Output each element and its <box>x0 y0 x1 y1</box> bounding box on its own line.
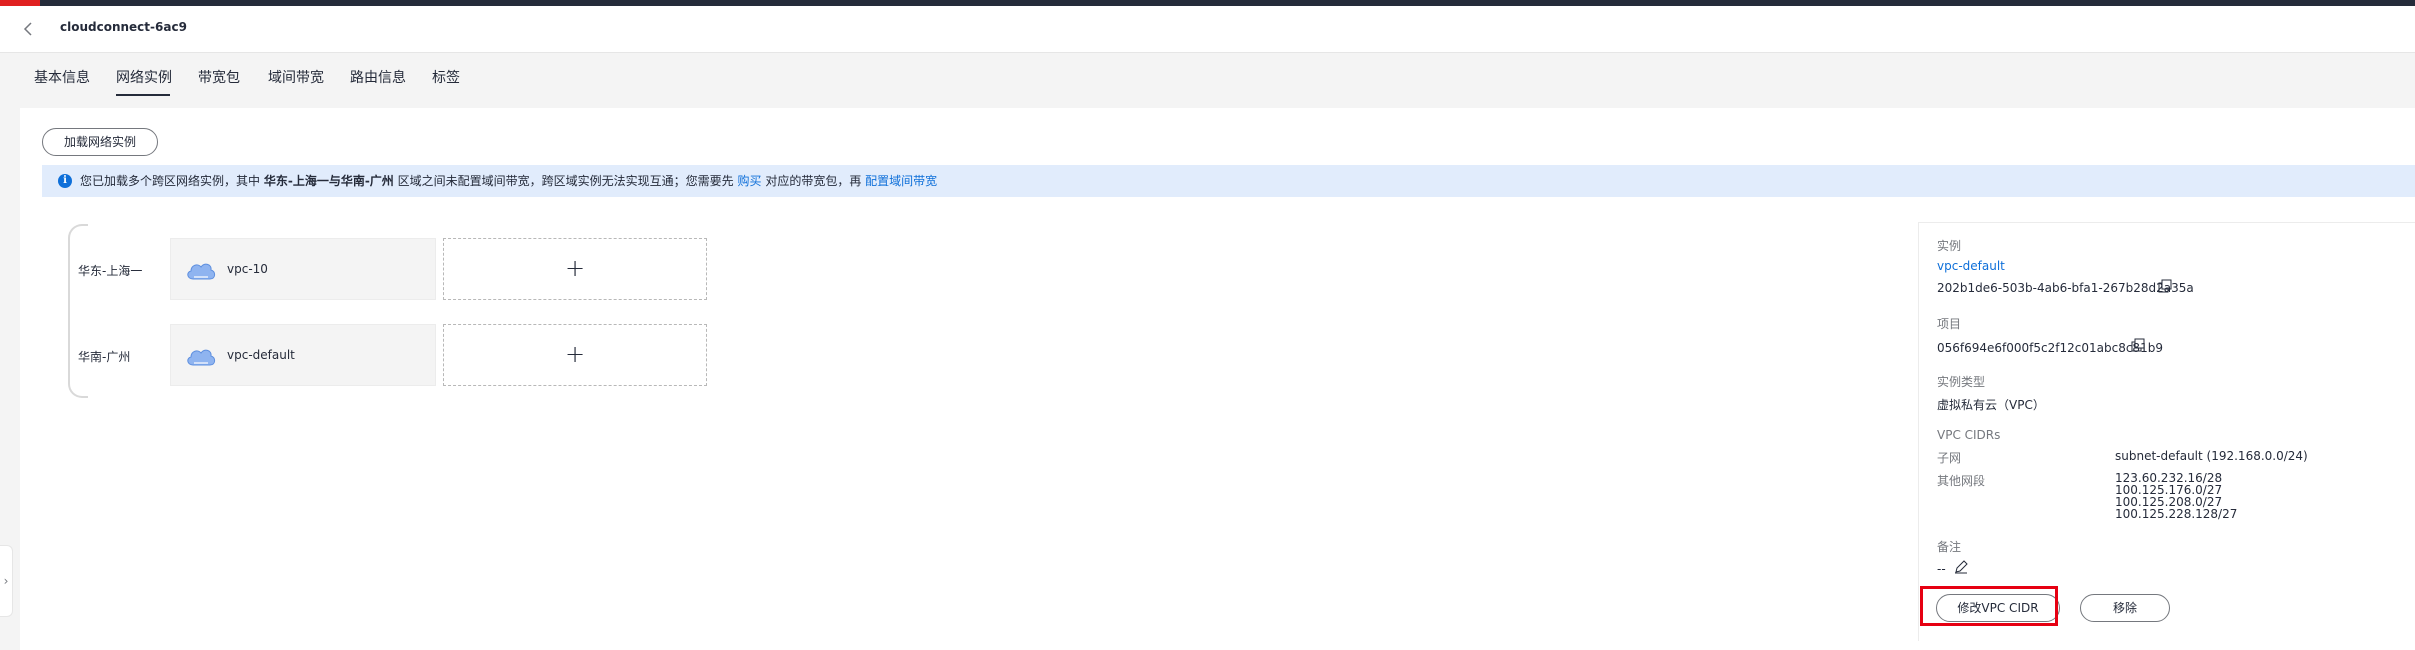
tab-network-instances[interactable]: 网络实例 <box>116 67 172 87</box>
project-label: 项目 <box>1937 317 1962 331</box>
active-tab-indicator <box>116 94 170 96</box>
page-title: cloudconnect-6ac9 <box>60 20 187 34</box>
plus-icon: + <box>564 340 586 368</box>
info-regions: 华东-上海一与华南-广州 <box>263 174 394 188</box>
vpc-card-vpc-10[interactable]: vpc-10 <box>170 238 436 300</box>
add-instance-shanghai[interactable]: + <box>443 238 707 300</box>
instance-type-value: 虚拟私有云（VPC） <box>1937 398 2045 412</box>
subnet-value: subnet-default (192.168.0.0/24) <box>2115 449 2308 463</box>
info-banner: i 您已加载多个跨区网络实例，其中 华东-上海一与华南-广州 区域之间未配置域间… <box>42 165 2415 197</box>
cloud-icon <box>187 349 216 366</box>
sidebar-expand-chevron-icon[interactable]: › <box>0 545 13 617</box>
info-icon: i <box>58 174 72 188</box>
plus-icon: + <box>564 254 586 282</box>
info-prefix: 您已加载多个跨区网络实例，其中 <box>80 174 261 188</box>
tab-tags[interactable]: 标签 <box>432 67 460 87</box>
copy-icon[interactable] <box>2131 338 2145 352</box>
cidr-item: 100.125.228.128/27 <box>2115 507 2238 521</box>
load-network-instance-button[interactable]: 加载网络实例 <box>42 128 158 156</box>
info-after-buy: 对应的带宽包，再 <box>765 174 862 188</box>
tab-inter-domain-bandwidth[interactable]: 域间带宽 <box>268 67 324 87</box>
instance-id: 202b1de6-503b-4ab6-bfa1-267b28d2a35a <box>1937 281 2194 295</box>
region-bracket <box>68 224 88 398</box>
region-label-shanghai: 华东-上海一 <box>78 264 143 278</box>
copy-icon[interactable] <box>2158 279 2172 293</box>
vpc-cidrs-label: VPC CIDRs <box>1937 428 2001 442</box>
chevron-left-icon[interactable] <box>20 20 38 38</box>
tab-basic-info[interactable]: 基本信息 <box>34 67 90 87</box>
buy-link[interactable]: 购买 <box>737 174 761 188</box>
subnet-label: 子网 <box>1937 451 1962 465</box>
remark-label: 备注 <box>1937 540 1962 554</box>
vpc-card-vpc-default[interactable]: vpc-default <box>170 324 436 386</box>
add-instance-guangzhou[interactable]: + <box>443 324 707 386</box>
other-segments-label: 其他网段 <box>1937 474 1986 488</box>
remove-button[interactable]: 移除 <box>2080 594 2170 622</box>
page-header: cloudconnect-6ac9 <box>0 6 2415 53</box>
pencil-edit-icon[interactable] <box>1954 560 1968 574</box>
vpc-name: vpc-default <box>227 348 295 362</box>
tab-route-info[interactable]: 路由信息 <box>350 67 406 87</box>
info-text: 您已加载多个跨区网络实例，其中 华东-上海一与华南-广州 区域之间未配置域间带宽… <box>80 165 937 197</box>
region-label-guangzhou: 华南-广州 <box>78 350 131 364</box>
instance-name-link[interactable]: vpc-default <box>1937 259 2005 273</box>
vpc-name: vpc-10 <box>227 262 268 276</box>
project-id: 056f694e6f000f5c2f12c01abc8c81b9 <box>1937 341 2163 355</box>
highlight-box <box>1920 586 2058 626</box>
other-segments-list: 123.60.232.16/28 100.125.176.0/27 100.12… <box>2115 472 2237 520</box>
tab-bandwidth-packages[interactable]: 带宽包 <box>198 67 240 87</box>
tab-bar: 基本信息 网络实例 带宽包 域间带宽 路由信息 标签 <box>0 52 2415 96</box>
cloud-icon <box>187 263 216 280</box>
config-bandwidth-link[interactable]: 配置域间带宽 <box>865 174 937 188</box>
remark-value: -- <box>1937 562 1946 576</box>
info-middle: 区域之间未配置域间带宽，跨区域实例无法实现互通；您需要先 <box>397 174 734 188</box>
instance-type-label: 实例类型 <box>1937 375 1986 389</box>
instance-label: 实例 <box>1937 239 1962 253</box>
